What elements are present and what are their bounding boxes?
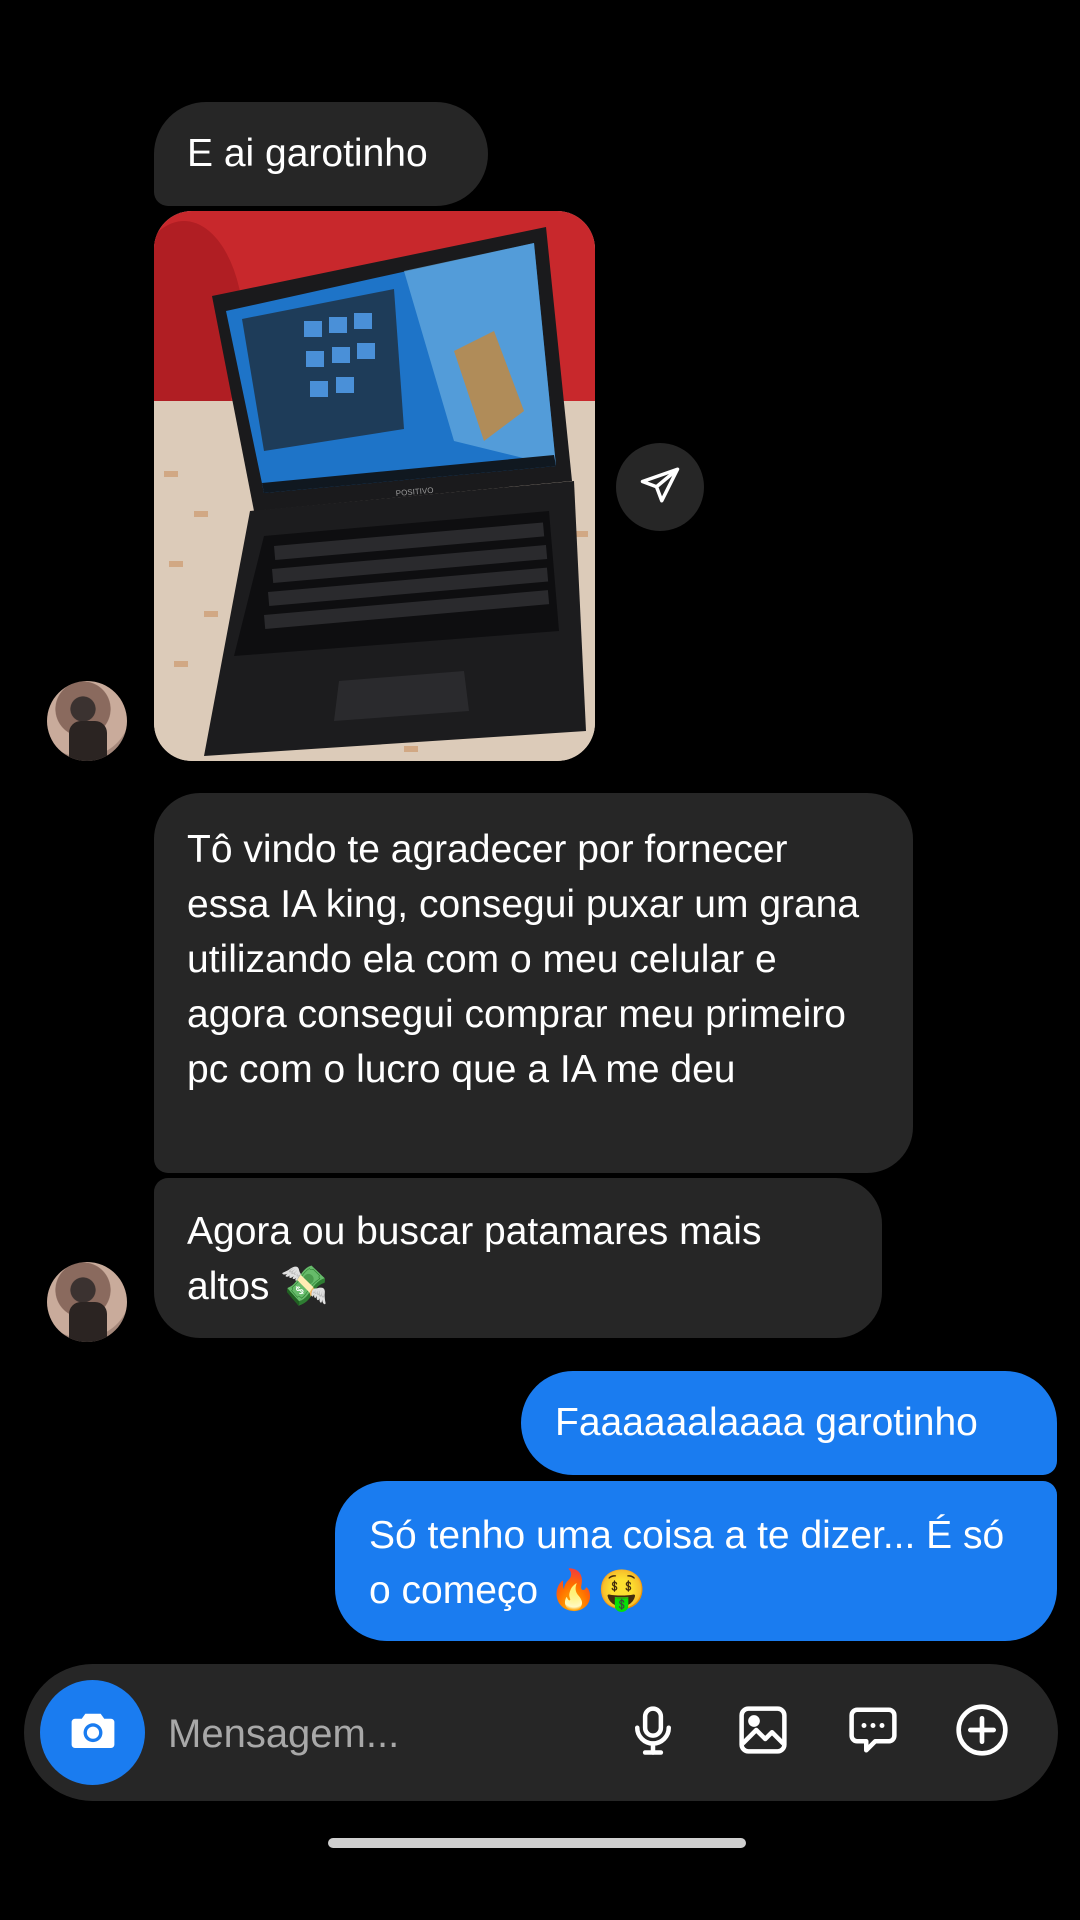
paper-plane-icon <box>639 464 681 511</box>
message-text: Faaaaaalaaaa garotinho <box>555 1401 978 1444</box>
message-photo[interactable]: POSITIVO <box>154 211 595 761</box>
message-composer <box>24 1664 1058 1801</box>
avatar[interactable] <box>47 1262 127 1342</box>
money-wings-emoji: 💸 <box>280 1264 329 1309</box>
sticker-button[interactable] <box>835 1694 911 1770</box>
message-bubble-outgoing[interactable]: Só tenho uma coisa a te dizer... É só o … <box>335 1481 1057 1641</box>
gallery-button[interactable] <box>725 1694 801 1770</box>
fire-money-emoji: 🔥🤑 <box>548 1568 647 1613</box>
message-bubble-incoming[interactable]: Agora ou buscar patamares mais altos 💸 <box>154 1178 882 1338</box>
microphone-button[interactable] <box>615 1694 691 1770</box>
home-indicator[interactable] <box>328 1838 746 1848</box>
message-input[interactable] <box>166 1700 620 1768</box>
message-text: E ai garotinho <box>187 132 428 175</box>
message-text: Agora ou buscar patamares mais altos <box>187 1210 762 1308</box>
message-text: Só tenho uma coisa a te dizer... É só o … <box>369 1514 1005 1612</box>
camera-icon <box>66 1703 120 1762</box>
more-button[interactable] <box>944 1694 1020 1770</box>
image-icon <box>736 1703 790 1762</box>
camera-button[interactable] <box>40 1680 145 1785</box>
share-button[interactable] <box>616 443 704 531</box>
message-bubble-incoming[interactable]: Tô vindo te agradecer por fornecer essa … <box>154 793 913 1173</box>
message-bubble-incoming[interactable]: E ai garotinho <box>154 102 488 206</box>
chat-bubble-icon <box>846 1703 900 1762</box>
message-text: Tô vindo te agradecer por fornecer essa … <box>187 828 860 1091</box>
plus-circle-icon <box>954 1702 1010 1763</box>
avatar[interactable] <box>47 681 127 761</box>
microphone-icon <box>626 1703 680 1762</box>
laptop-photo-image: POSITIVO <box>154 211 595 761</box>
message-bubble-outgoing[interactable]: Faaaaaalaaaa garotinho <box>521 1371 1057 1475</box>
